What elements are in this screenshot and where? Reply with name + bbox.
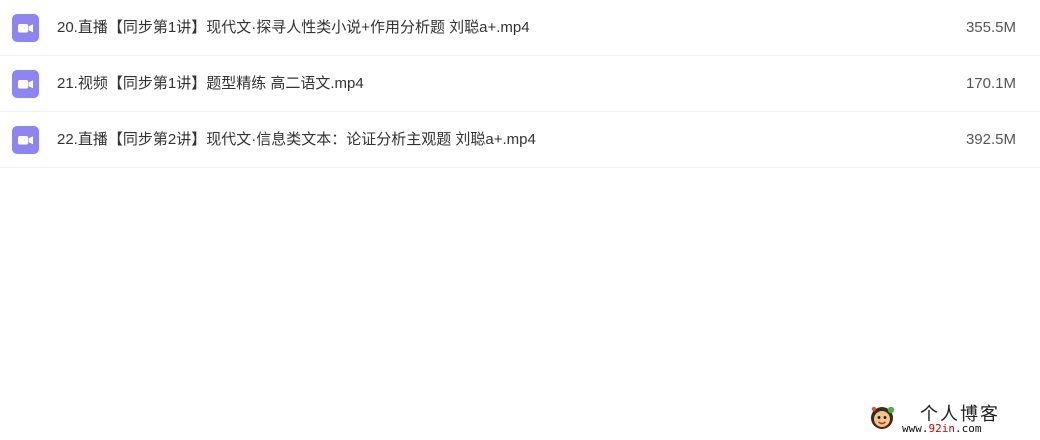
file-size: 355.5M — [965, 19, 1016, 36]
file-row[interactable]: 21.视频【同步第1讲】题型精练 高二语文.mp4 170.1M — [0, 56, 1040, 112]
watermark-url: www.92in.com — [902, 422, 982, 435]
file-name[interactable]: 21.视频【同步第1讲】题型精练 高二语文.mp4 — [57, 56, 364, 112]
file-name[interactable]: 20.直播【同步第1讲】现代文·探寻人性类小说+作用分析题 刘聪a+.mp4 — [57, 0, 530, 56]
blog-watermark: 个人博客 www.92in.com — [868, 400, 1028, 436]
video-file-icon — [12, 70, 39, 98]
watermark-url-highlight: 92in — [928, 422, 956, 435]
file-name[interactable]: 22.直播【同步第2讲】现代文·信息类文本：论证分析主观题 刘聪a+.mp4 — [57, 112, 536, 168]
watermark-url-suffix: .com — [955, 422, 982, 435]
file-row[interactable]: 22.直播【同步第2讲】现代文·信息类文本：论证分析主观题 刘聪a+.mp4 3… — [0, 112, 1040, 168]
mascot-logo-icon — [871, 406, 895, 429]
video-file-icon — [12, 14, 39, 42]
file-size: 392.5M — [965, 131, 1016, 148]
file-size: 170.1M — [965, 75, 1016, 92]
file-row[interactable]: 20.直播【同步第1讲】现代文·探寻人性类小说+作用分析题 刘聪a+.mp4 3… — [0, 0, 1040, 56]
video-file-icon — [12, 126, 39, 154]
watermark-url-prefix: www. — [902, 422, 929, 435]
file-list: 20.直播【同步第1讲】现代文·探寻人性类小说+作用分析题 刘聪a+.mp4 3… — [0, 0, 1040, 168]
